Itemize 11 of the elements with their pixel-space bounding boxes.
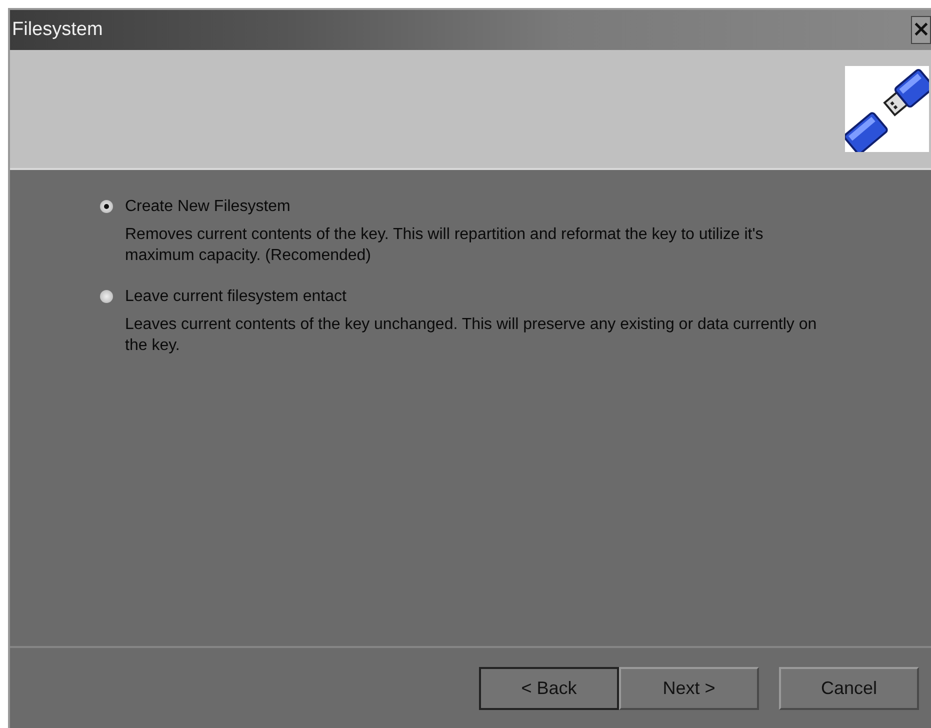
option-label[interactable]: Create New Filesystem bbox=[125, 198, 837, 216]
radio-button[interactable] bbox=[100, 200, 113, 213]
wizard-button[interactable]: Next > bbox=[619, 666, 759, 710]
radio-button[interactable] bbox=[100, 290, 113, 303]
close-button[interactable]: × bbox=[911, 16, 931, 44]
wizard-button[interactable]: < Back bbox=[479, 666, 619, 710]
option-description: Removes current contents of the key. This will repartition and reformat the key to utilize it's maximum capacity. (Recomended) bbox=[125, 225, 764, 266]
option-label[interactable]: Leave current filesystem entact bbox=[125, 288, 837, 306]
option-description: Leaves current contents of the key unchanged. This will preserve any existing or data currently on the key. bbox=[125, 315, 818, 356]
window-title: Filesystem bbox=[11, 19, 103, 41]
wizard-button[interactable]: Cancel bbox=[779, 666, 919, 710]
